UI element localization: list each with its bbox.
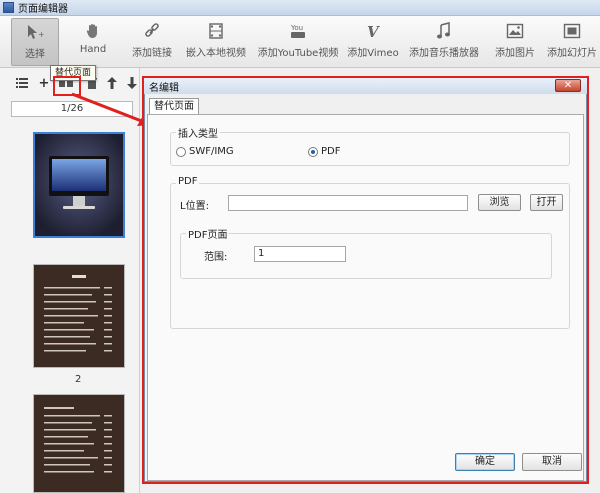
film-icon: [209, 18, 223, 44]
pdf-group-label: PDF: [176, 176, 200, 187]
add-music-player-button[interactable]: 添加音乐播放器: [406, 18, 482, 66]
add-youtube-button[interactable]: You 添加YouTube视频: [256, 18, 340, 66]
radio-pdf-dot: [308, 146, 318, 157]
radio-swf-label: SWF/IMG: [189, 146, 234, 157]
music-note-icon: [436, 18, 452, 44]
list-icon[interactable]: [14, 74, 30, 92]
select-tool-button[interactable]: + 选择: [11, 18, 59, 66]
svg-text:V: V: [367, 23, 380, 40]
range-label: 范围:: [204, 252, 228, 263]
monitor-image: [35, 134, 123, 236]
page-thumbnail-2[interactable]: [33, 264, 125, 368]
add-link-button[interactable]: 添加链接: [128, 18, 176, 66]
embed-local-video-button[interactable]: 嵌入本地视频: [184, 18, 248, 66]
radio-pdf[interactable]: PDF: [308, 146, 340, 157]
add-vimeo-button[interactable]: V 添加Vimeo: [346, 18, 400, 66]
toolbar-label: 嵌入本地视频: [186, 48, 246, 59]
app-icon: [3, 2, 14, 13]
range-input[interactable]: 1: [254, 246, 346, 262]
open-button[interactable]: 打开: [530, 194, 563, 211]
pdf-pages-group: [180, 233, 552, 279]
location-label: L位置:: [180, 201, 209, 212]
window-title: 页面编辑器: [18, 4, 68, 15]
svg-text:+: +: [38, 30, 45, 39]
cancel-button[interactable]: 取消: [522, 453, 582, 471]
move-down-icon[interactable]: [124, 74, 140, 92]
toolbar-label: 添加链接: [132, 48, 172, 59]
toolbar-label: 添加音乐播放器: [409, 48, 479, 59]
ok-button[interactable]: 确定: [455, 453, 515, 471]
replace-page-dialog: 名编辑 ✕ 替代页面 插入类型 SWF/IMG PDF PDF L位置: 浏览 …: [142, 76, 589, 484]
browse-button[interactable]: 浏览: [478, 194, 521, 211]
toolbar-label: 添加YouTube视频: [257, 48, 339, 59]
toolbar-label: 添加图片: [495, 48, 535, 59]
svg-text:You: You: [290, 24, 303, 32]
radio-pdf-label: PDF: [321, 146, 341, 157]
image-icon: [506, 18, 524, 44]
hand-icon: [84, 18, 102, 44]
title-bar: 页面编辑器: [0, 0, 600, 16]
toolbar-label: Hand: [79, 44, 107, 55]
page-thumbnail-1[interactable]: [33, 132, 125, 238]
tab-replace-page[interactable]: 替代页面: [149, 98, 199, 115]
pdf-pages-label: PDF页面: [186, 226, 230, 241]
toc-page-image: [34, 265, 124, 367]
radio-swf-img[interactable]: SWF/IMG: [176, 146, 234, 157]
add-slideshow-button[interactable]: 添加幻灯片: [544, 18, 600, 66]
insert-type-label: 插入类型: [176, 125, 220, 140]
toolbar-label: 选择: [25, 49, 45, 60]
location-input[interactable]: [228, 195, 468, 211]
page-2-label: 2: [75, 374, 82, 385]
toolbar-label: 添加Vimeo: [347, 48, 399, 59]
cursor-select-icon: +: [24, 19, 46, 45]
toolbar: + 选择 Hand 添加链接 嵌入本地视频 You 添加YouTube视频 V …: [0, 16, 600, 68]
youtube-icon: You: [289, 18, 307, 44]
content-page-image: [34, 395, 124, 492]
page-thumbnail-3[interactable]: [33, 394, 125, 493]
add-image-button[interactable]: 添加图片: [490, 18, 540, 66]
link-icon: [143, 18, 161, 44]
slideshow-icon: [563, 18, 581, 44]
dialog-close-button[interactable]: ✕: [555, 79, 581, 92]
page-editor-window: 页面编辑器 + 选择 Hand 添加链接 嵌入本地视频 You 添加YouTub…: [0, 0, 600, 493]
radio-swf-dot: [176, 146, 186, 157]
move-up-icon[interactable]: [104, 74, 120, 92]
dialog-title: 名编辑: [149, 82, 179, 94]
hand-tool-button[interactable]: Hand: [70, 18, 116, 66]
toolbar-label: 添加幻灯片: [547, 48, 597, 59]
vimeo-icon: V: [364, 18, 382, 44]
dialog-title-bar: 名编辑: [144, 78, 587, 94]
tab-pane: 插入类型 SWF/IMG PDF PDF L位置: 浏览 打开 PDF页面 范围…: [147, 114, 584, 481]
